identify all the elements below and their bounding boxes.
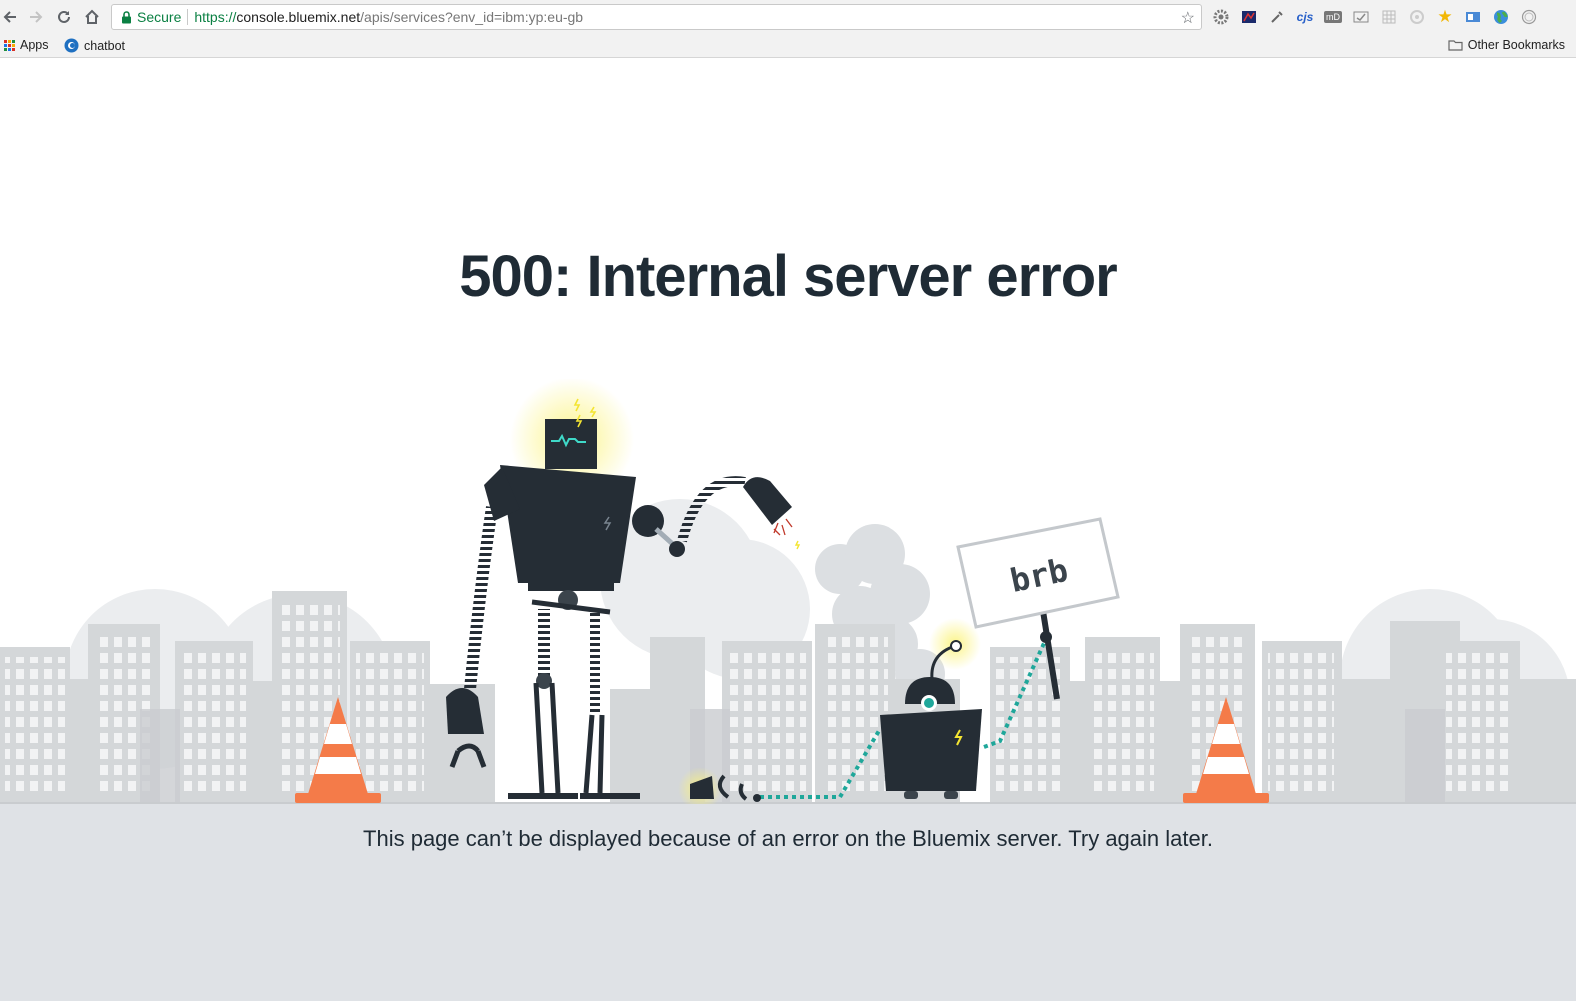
grid-extension-icon[interactable] — [1378, 6, 1400, 28]
gear-extension-icon[interactable] — [1210, 6, 1232, 28]
browser-toolbar: Secure https://console.bluemix.net/apis/… — [0, 0, 1576, 34]
right-leg — [590, 613, 600, 713]
eyedropper-extension-icon[interactable] — [1266, 6, 1288, 28]
robot-pupil — [924, 698, 934, 708]
check-extension-icon[interactable] — [1350, 6, 1372, 28]
right-wheel — [944, 791, 958, 799]
page-title: 500: Internal server error — [0, 243, 1576, 310]
forward-button[interactable] — [22, 3, 50, 31]
right-foot — [580, 793, 640, 799]
dark-extension-icon[interactable] — [1238, 6, 1260, 28]
bookmark-chatbot[interactable]: chatbot — [64, 38, 125, 53]
md-extension-label: mD — [1324, 11, 1342, 23]
folder-icon — [1448, 40, 1463, 51]
other-bookmarks[interactable]: Other Bookmarks — [1448, 38, 1565, 52]
elbow-joint — [669, 541, 685, 557]
address-separator — [187, 9, 189, 25]
bookmark-apps-label: Apps — [20, 38, 49, 52]
other-bookmarks-label: Other Bookmarks — [1467, 38, 1565, 52]
extensions-bar: cjs mD ★ — [1210, 6, 1540, 28]
bookmarks-bar: Apps chatbot Other Bookmarks — [0, 34, 1576, 58]
right-hand — [743, 477, 792, 525]
chatbot-favicon-icon — [64, 38, 79, 53]
arrow-right-icon — [30, 11, 43, 23]
robot-torso — [500, 465, 636, 583]
back-button[interactable] — [0, 3, 24, 31]
address-bar[interactable]: Secure https://console.bluemix.net/apis/… — [111, 4, 1202, 30]
bookmark-apps[interactable]: Apps — [4, 38, 49, 52]
home-icon — [85, 9, 99, 24]
apps-grid-icon — [4, 39, 15, 51]
error-page: 500: Internal server error brb This page… — [0, 59, 1576, 1001]
antenna-tip — [950, 640, 962, 652]
url-path: /apis/services?env_id=ibm:yp:eu-gb — [360, 9, 584, 25]
left-wheel — [904, 791, 918, 799]
url-scheme: https:// — [194, 9, 237, 25]
ring-extension-icon[interactable] — [1518, 6, 1540, 28]
globe-extension-icon[interactable] — [1490, 6, 1512, 28]
error-code: 500: — [459, 244, 572, 309]
plug-end — [753, 794, 761, 802]
star-extension-icon[interactable]: ★ — [1434, 6, 1456, 28]
ground-strip — [0, 802, 1576, 804]
reload-icon — [58, 10, 70, 23]
left-arm — [464, 506, 498, 690]
wire-spark-icon — [794, 540, 801, 550]
security-label: Secure — [137, 9, 182, 25]
broken-wires — [773, 518, 793, 536]
md-extension-icon[interactable]: mD — [1322, 6, 1344, 28]
left-foot — [508, 793, 578, 799]
bookmark-chatbot-label: chatbot — [84, 38, 126, 53]
window-extension-icon[interactable] — [1462, 6, 1484, 28]
left-leg — [538, 609, 550, 679]
torso-base — [528, 581, 614, 591]
robot-head — [545, 419, 597, 469]
sign-hand — [1040, 631, 1052, 643]
arrow-left-icon — [3, 11, 16, 23]
bookmark-star-icon[interactable]: ☆ — [1181, 8, 1195, 28]
cjs-extension-icon[interactable]: cjs — [1294, 6, 1316, 28]
reload-button[interactable] — [50, 3, 78, 31]
url-host: console.bluemix.net — [236, 9, 361, 25]
small-robot-body — [880, 709, 982, 791]
right-shin — [583, 714, 605, 794]
url-text[interactable]: https://console.bluemix.net/apis/service… — [194, 9, 583, 25]
error-title-text: Internal server error — [586, 244, 1117, 309]
home-button[interactable] — [78, 3, 106, 31]
circle-extension-icon[interactable] — [1406, 6, 1428, 28]
lock-icon — [116, 10, 136, 24]
error-message: This page can’t be displayed because of … — [363, 826, 1213, 851]
error-illustration: brb — [0, 379, 1576, 804]
left-shin — [533, 682, 561, 794]
